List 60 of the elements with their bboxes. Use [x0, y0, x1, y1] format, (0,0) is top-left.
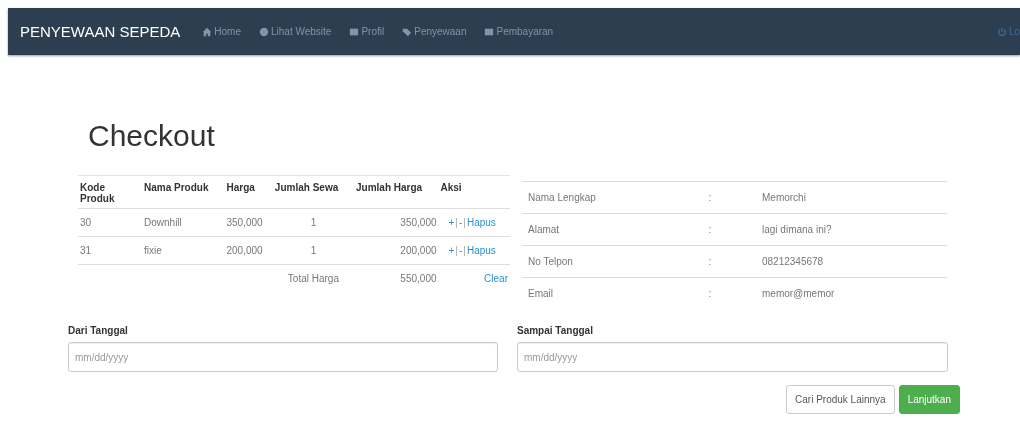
- table-cell: Downhill: [142, 208, 225, 237]
- table-cell: fixie: [142, 236, 225, 265]
- page-title: Checkout: [88, 119, 216, 153]
- minus-link[interactable]: -: [458, 245, 463, 256]
- field-label: Sampai Tanggal: [517, 325, 594, 336]
- table-cell: 200,000: [354, 236, 439, 265]
- pipe-mark: |: [463, 245, 466, 256]
- power-icon: [996, 26, 1007, 37]
- date-field[interactable]: mm/dd/yyyy: [517, 342, 948, 372]
- field-value: memor@memor: [756, 277, 947, 309]
- clear-link[interactable]: Clear: [484, 273, 508, 284]
- card-icon: [484, 26, 495, 37]
- date-field[interactable]: mm/dd/yyyy: [68, 342, 498, 372]
- brand-link[interactable]: PENYEWAAN SEPEDA: [20, 23, 181, 40]
- field-value: 08212345678: [756, 245, 947, 278]
- column-header: Harga: [224, 175, 273, 209]
- column-header: Jumlah Harga: [354, 175, 439, 209]
- field-label: Nama Lengkap: [522, 181, 664, 214]
- tag-icon: [402, 26, 413, 37]
- delete-link[interactable]: Hapus: [466, 217, 496, 228]
- continue-button[interactable]: Lanjutkan: [898, 385, 960, 414]
- search-button[interactable]: Cari Produk Lainnya: [786, 385, 895, 414]
- table-cell: 200,000: [224, 236, 273, 265]
- delete-link[interactable]: Hapus: [466, 245, 496, 256]
- column-header: Nama Produk: [142, 175, 225, 209]
- table-cell: 31: [78, 236, 142, 265]
- card-icon: [349, 26, 360, 37]
- field-label: No Telpon: [522, 245, 664, 278]
- pipe-mark: |: [463, 217, 466, 228]
- table-cell: 350,000: [224, 208, 273, 237]
- column-header: Aksi: [438, 175, 510, 209]
- colon-mark: :: [708, 192, 712, 203]
- minus-link[interactable]: -: [458, 217, 463, 228]
- nav-link[interactable]: Home: [202, 26, 241, 37]
- total-value: 550,000: [354, 264, 439, 292]
- column-header: Kode Produk: [78, 175, 142, 209]
- table-cell: 1: [272, 208, 354, 237]
- plus-link[interactable]: +: [448, 245, 455, 256]
- colon-mark: :: [708, 288, 712, 299]
- table-cell: 350,000: [354, 208, 439, 237]
- home-icon: [202, 26, 213, 37]
- nav-link[interactable]: Penyewaan: [402, 26, 467, 37]
- total-label: Total Harga: [272, 264, 354, 292]
- field-label: Dari Tanggal: [68, 325, 129, 336]
- nav-link[interactable]: Pembayaran: [484, 26, 554, 37]
- plus-link[interactable]: +: [448, 217, 455, 228]
- field-label: Alamat: [522, 213, 664, 246]
- field-value: Memorchi: [756, 181, 947, 214]
- field-label: Email: [522, 277, 664, 309]
- pipe-mark: |: [455, 217, 458, 228]
- column-header: Jumlah Sewa: [272, 175, 354, 209]
- field-value: lagi dimana ini?: [756, 213, 947, 246]
- pipe-mark: |: [455, 245, 458, 256]
- table-cell: 1: [272, 236, 354, 265]
- table-cell: 30: [78, 208, 142, 237]
- colon-mark: :: [708, 224, 712, 235]
- colon-mark: :: [708, 256, 712, 267]
- logout-link[interactable]: Lo: [996, 26, 1020, 37]
- nav-link[interactable]: Profil: [349, 26, 385, 37]
- nav-link[interactable]: Lihat Website: [259, 26, 332, 37]
